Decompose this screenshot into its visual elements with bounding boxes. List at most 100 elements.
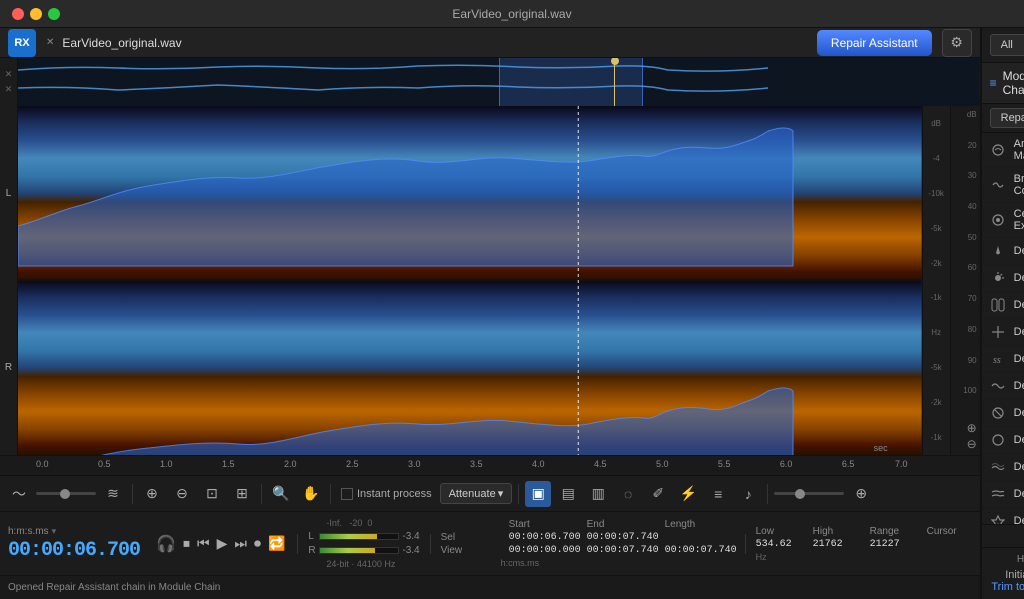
transport-bar: h:m:s.ms ▾ 00:00:06.700 🎧 ⏹ ⏮ ▶ ⏭ ⏺ 🔁 -I… [0, 511, 980, 575]
minimize-button[interactable] [30, 8, 42, 20]
module-item-ambience-match[interactable]: Ambience Match [982, 133, 1024, 168]
transport-controls: 🎧 ⏹ ⏮ ▶ ⏭ ⏺ 🔁 [154, 532, 287, 556]
lasso-button[interactable]: ◌ [615, 481, 641, 507]
svg-text:ss: ss [993, 355, 1001, 366]
history-item-trim[interactable]: Trim to Selection [990, 581, 1024, 593]
module-item-de-reverb[interactable]: De-reverb [982, 427, 1024, 454]
start-header: Start [509, 519, 579, 530]
loop-button[interactable]: 🔁 [266, 533, 287, 554]
freq-select-button[interactable]: ▥ [585, 481, 611, 507]
R-meter-fill [320, 548, 375, 553]
de-bleed-icon [990, 243, 1006, 259]
module-item-de-click[interactable]: De-click [982, 265, 1024, 292]
repair-select[interactable]: Repair Utility [990, 108, 1024, 128]
zoom-in-icon[interactable]: ⊕ [967, 421, 977, 435]
headphones-icon[interactable]: 🎧 [154, 532, 178, 556]
magic-wand-button[interactable]: ⚡ [675, 481, 701, 507]
spectrogram-main[interactable]: sec [18, 106, 922, 455]
time-format-label: h:m:s.ms [8, 526, 49, 537]
fit-all-button[interactable]: ⊞ [229, 481, 255, 507]
zoom-reset-button[interactable]: ⊕ [848, 481, 874, 507]
channel-R-label: R [5, 362, 12, 373]
hz-scale-item: dB [931, 119, 941, 128]
hz-scale-item: -1k [931, 433, 942, 442]
zoom-slider-left[interactable] [36, 492, 96, 495]
attenuate-label: Attenuate [449, 488, 496, 500]
overview-zoom-icon[interactable]: ✕ [5, 84, 13, 95]
zoom-slider-right[interactable] [774, 492, 844, 495]
module-item-breath-control[interactable]: Breath Control [982, 168, 1024, 203]
overview-canvas[interactable] [18, 58, 980, 106]
de-hum-icon [990, 378, 1006, 394]
tab-close-icon[interactable]: ✕ [46, 37, 54, 48]
time-format-row: h:m:s.ms ▾ [8, 526, 140, 537]
hz-scale-item: -2k [931, 398, 942, 407]
instant-process-checkbox[interactable] [341, 488, 353, 500]
module-chain-header: ≡ Module Chain [982, 63, 1024, 104]
module-item-de-wind[interactable]: De-wind [982, 481, 1024, 508]
zoom-out-button[interactable]: ⊖ [169, 481, 195, 507]
zoom-in-button[interactable]: ⊕ [139, 481, 165, 507]
module-item-de-bleed[interactable]: De-bleed [982, 238, 1024, 265]
brush-button[interactable]: ✐ [645, 481, 671, 507]
scroll-button[interactable]: 🔍 [268, 481, 294, 507]
rect-select-button[interactable]: ▣ [525, 481, 551, 507]
module-item-de-ess[interactable]: ss De-ess [982, 346, 1024, 373]
waveform-tool-button[interactable]: 〜 [6, 481, 32, 507]
play-button[interactable]: ▶ [215, 533, 230, 554]
more-modules-button[interactable]: › [982, 524, 1024, 547]
tab-label[interactable]: EarVideo_original.wav [62, 36, 181, 50]
repair-assistant-button[interactable]: Repair Assistant [817, 30, 932, 56]
time-format-arrow[interactable]: ▾ [52, 526, 57, 537]
selection-region [499, 58, 643, 106]
rewind-button[interactable]: ⏮ [195, 533, 212, 554]
meter-scale: -Inf. -20 0 [308, 518, 419, 528]
module-item-de-plosive[interactable]: De-plosive [982, 400, 1024, 427]
hz-scale-item: Hz [931, 328, 941, 337]
de-clip-icon [990, 297, 1006, 313]
high-value: 21762 [813, 539, 858, 550]
maximize-button[interactable] [48, 8, 60, 20]
fit-selection-button[interactable]: ⊡ [199, 481, 225, 507]
hz-scale-item: -1k [931, 293, 942, 302]
module-item-de-crackle[interactable]: De-crackle [982, 319, 1024, 346]
time-select-button[interactable]: ▤ [555, 481, 581, 507]
sep [297, 534, 298, 554]
hand-tool-button[interactable]: ✋ [298, 481, 324, 507]
db-scale-top: dB [967, 110, 977, 119]
close-button[interactable] [12, 8, 24, 20]
module-item-deconstruct[interactable]: Deconstruct [982, 508, 1024, 524]
main-layout: RX ✕ EarVideo_original.wav Repair Assist… [0, 28, 1024, 599]
separator-2 [261, 484, 262, 504]
view-start-value: 00:00:00.000 [509, 545, 579, 556]
record-button[interactable]: ⏺ [252, 533, 263, 554]
spectrogram-wrapper[interactable]: L R [0, 106, 980, 455]
de-crackle-label: De-crackle [1014, 326, 1024, 338]
R-meter-row: R -3.4 [308, 545, 419, 556]
spectral-tool-button[interactable]: ≋ [100, 481, 126, 507]
center-extract-icon [990, 212, 1006, 228]
overview-collapse-icon[interactable]: ✕ [5, 69, 13, 80]
filter-select[interactable]: All Repair Utility [990, 34, 1024, 56]
overview-side-controls: ✕ ✕ [0, 58, 18, 106]
fast-forward-button[interactable]: ⏭ [232, 533, 249, 554]
history-item-initial[interactable]: Initial State [990, 569, 1024, 581]
module-item-center-extract[interactable]: Center Extract [982, 203, 1024, 238]
module-item-de-rustle[interactable]: De-rustle [982, 454, 1024, 481]
piano-button[interactable]: ♪ [735, 481, 761, 507]
center-extract-label: Center Extract [1014, 208, 1024, 232]
freq-values: 534.62 21762 21227 [756, 539, 972, 550]
module-list: Ambience Match Breath Control Center Ext… [982, 133, 1024, 524]
module-item-de-clip[interactable]: De-clip [982, 292, 1024, 319]
titlebar: EarVideo_original.wav [0, 0, 1024, 28]
module-item-de-hum[interactable]: De-hum [982, 373, 1024, 400]
settings-icon[interactable]: ⚙ [942, 29, 972, 57]
filter-header: All Repair Utility ☰ [982, 28, 1024, 63]
attenuate-button[interactable]: Attenuate ▾ [440, 483, 513, 504]
stop-button[interactable]: ⏹ [181, 533, 192, 554]
zoom-out-icon[interactable]: ⊖ [967, 437, 977, 451]
harmonic-button[interactable]: ≡ [705, 481, 731, 507]
de-plosive-label: De-plosive [1014, 407, 1024, 419]
attenuate-chevron-icon: ▾ [498, 487, 504, 500]
deconstruct-icon [990, 513, 1006, 524]
